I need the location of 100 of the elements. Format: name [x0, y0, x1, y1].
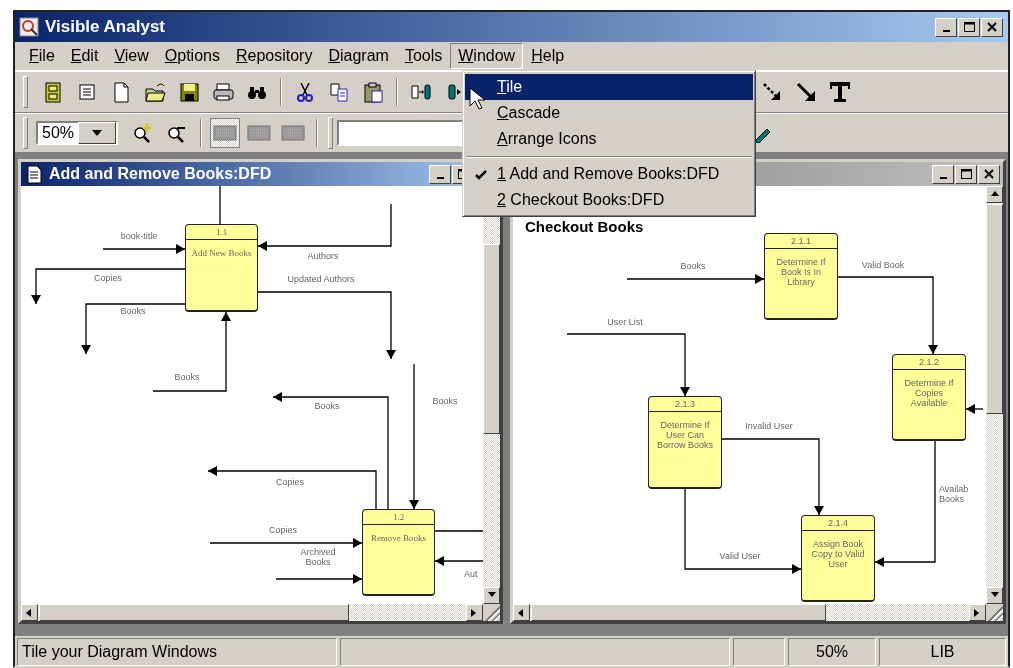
- close-icon: [984, 169, 994, 179]
- flow-arrow: [965, 404, 984, 414]
- scroll-thumb[interactable]: [986, 204, 1003, 414]
- menu-item[interactable]: Tools: [396, 43, 451, 69]
- flow-label: Archived Books: [299, 547, 337, 567]
- minimize-button[interactable]: [935, 17, 957, 37]
- menu-item[interactable]: File: [21, 43, 63, 69]
- document-title: Add and Remove Books:DFD: [49, 165, 273, 183]
- menu-item[interactable]: View: [106, 43, 157, 69]
- triangle-icon: [25, 608, 34, 617]
- process-label: Add New Books: [190, 248, 253, 258]
- status-panel: [733, 638, 785, 666]
- arrow-icon: [795, 81, 817, 103]
- close-icon: [987, 22, 997, 32]
- scroll-thumb[interactable]: [483, 244, 500, 434]
- horizontal-scrollbar[interactable]: [513, 604, 986, 621]
- menu-item[interactable]: Edit: [62, 43, 107, 69]
- menu-option[interactable]: 2 Checkout Books:DFD: [465, 187, 753, 213]
- triangle-icon: [990, 190, 999, 199]
- triangle-icon: [517, 608, 526, 617]
- status-zoom: 50%: [788, 638, 876, 666]
- flow-label: book-title: [120, 231, 158, 241]
- diagram-heading: Checkout Books: [525, 218, 644, 235]
- flow-label: Copies: [94, 273, 122, 283]
- resize-grip[interactable]: [986, 604, 1003, 621]
- paste-icon: [362, 81, 384, 103]
- grid-button[interactable]: [210, 118, 240, 148]
- maximize-icon: [963, 22, 975, 32]
- flow-label: Books: [680, 261, 706, 271]
- menu-item[interactable]: Window: [450, 43, 524, 69]
- flow-label: Aut: [464, 569, 478, 579]
- scroll-thumb[interactable]: [39, 604, 349, 621]
- menu-option[interactable]: 1 Add and Remove Books:DFD: [465, 161, 753, 187]
- menu-option[interactable]: Tile: [465, 74, 753, 100]
- scroll-down-button[interactable]: [483, 587, 500, 604]
- minimize-button[interactable]: [429, 164, 451, 184]
- process-label: Determine If Copies Available: [903, 378, 955, 408]
- minimize-button[interactable]: [932, 164, 954, 184]
- cut-icon: [294, 81, 316, 103]
- vertical-scrollbar[interactable]: [986, 186, 1003, 604]
- open-folder-icon: [144, 81, 166, 103]
- check-icon: [475, 168, 487, 180]
- scroll-left-button[interactable]: [513, 604, 530, 621]
- status-mode: LIB: [879, 638, 1006, 666]
- flow-label: Copies: [269, 525, 297, 535]
- process-number: 1.1: [186, 225, 257, 240]
- status-message: Tile your Diagram Windows: [17, 638, 337, 666]
- flow-label: Valid Book: [861, 260, 905, 270]
- document-icon: [24, 164, 44, 184]
- minimize-icon: [942, 30, 950, 32]
- flow-label: Valid User: [719, 551, 761, 561]
- flow-label: Books: [314, 401, 340, 411]
- scroll-up-button[interactable]: [986, 186, 1003, 203]
- resize-grip[interactable]: [483, 604, 500, 621]
- process-label: Determine If Book Is In Library: [775, 257, 827, 287]
- menu-option[interactable]: Arrange Icons: [465, 126, 753, 152]
- scroll-left-button[interactable]: [21, 604, 38, 621]
- close-button[interactable]: [981, 17, 1003, 37]
- flow-label: Books: [174, 372, 200, 382]
- process-number: 2.1.2: [893, 355, 965, 370]
- scroll-thumb[interactable]: [531, 604, 826, 621]
- flow-label: Copies: [276, 477, 304, 487]
- menu-item[interactable]: Help: [523, 43, 573, 69]
- process-number: 2.1.1: [765, 234, 837, 249]
- process-label: Remove Books: [369, 533, 428, 543]
- zoom-in-icon: [132, 122, 154, 144]
- scroll-right-button[interactable]: [969, 604, 986, 621]
- close-button[interactable]: [978, 164, 1000, 184]
- grid-icon: [247, 123, 271, 143]
- zoom-dropdown[interactable]: 50%: [36, 121, 118, 145]
- grid-icon: [213, 123, 237, 143]
- minimize-icon: [436, 177, 444, 179]
- horizontal-scrollbar[interactable]: [21, 604, 483, 621]
- process-number: 2.1.4: [802, 516, 874, 531]
- menu-option[interactable]: Cascade: [465, 100, 753, 126]
- form-icon: [76, 81, 98, 103]
- flow-label: Authors: [307, 251, 339, 261]
- maximize-icon: [960, 169, 972, 179]
- flow-label: Availab Books: [939, 484, 970, 504]
- flow-label: User List: [607, 317, 643, 327]
- menu-item[interactable]: Diagram: [320, 43, 397, 69]
- flow-label: Books: [432, 396, 458, 406]
- caret-icon: [92, 130, 102, 136]
- flow-arrow: [434, 556, 483, 566]
- menu-item[interactable]: Repository: [227, 43, 321, 69]
- minimize-icon: [939, 177, 947, 179]
- save-icon: [178, 81, 200, 103]
- scroll-right-button[interactable]: [466, 604, 483, 621]
- scroll-down-button[interactable]: [986, 587, 1003, 604]
- flow-line: [434, 530, 483, 532]
- maximize-button[interactable]: [955, 164, 977, 184]
- repository-icon: [42, 81, 64, 103]
- menu-item[interactable]: Options: [156, 43, 228, 69]
- maximize-button[interactable]: [958, 17, 980, 37]
- print-icon: [212, 81, 234, 103]
- text-tool-icon: [828, 80, 852, 104]
- process-label: Determine If User Can Borrow Books: [656, 420, 714, 450]
- process-label: Assign Book Copy to Valid User: [810, 539, 866, 569]
- page-to-cylinder-icon: [410, 81, 432, 103]
- flow-line: [219, 186, 221, 225]
